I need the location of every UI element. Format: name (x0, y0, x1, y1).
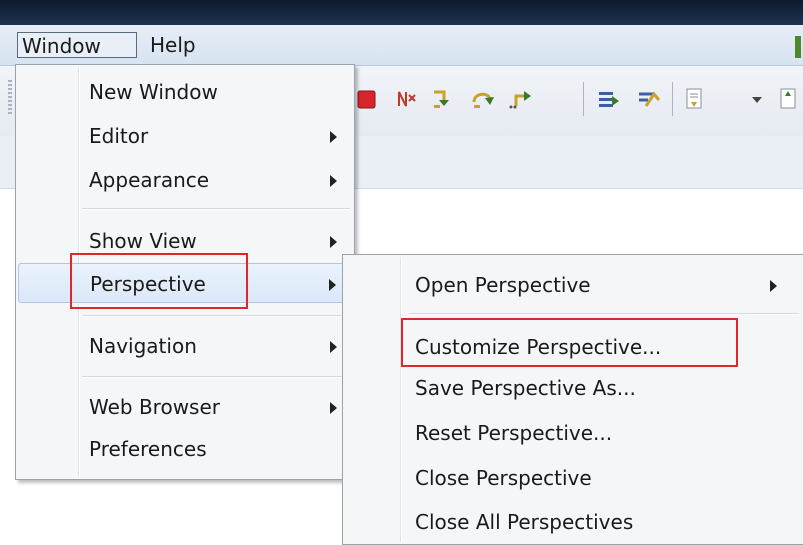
menu-item-open-perspective[interactable]: Open Perspective (345, 265, 801, 305)
menu-item-new-window[interactable]: New Window (18, 72, 352, 112)
menu-item-label: Open Perspective (415, 273, 591, 297)
step-into-icon[interactable] (430, 86, 456, 112)
menu-item-label: Save Perspective As... (415, 376, 636, 400)
submenu-arrow-icon (330, 402, 337, 414)
dropdown-arrow-icon[interactable] (744, 86, 770, 112)
menu-item-editor[interactable]: Editor (18, 116, 352, 156)
disconnect-icon[interactable] (394, 86, 420, 112)
submenu-arrow-icon (770, 280, 777, 292)
menu-bar: Window Help (0, 25, 803, 66)
toolbar-overflow-icon[interactable] (795, 36, 801, 58)
menu-item-label: Close Perspective (415, 466, 592, 490)
submenu-arrow-icon (330, 131, 337, 143)
menu-separator (82, 376, 350, 378)
menu-item-web-browser[interactable]: Web Browser (18, 387, 352, 427)
menu-item-label: Reset Perspective... (415, 421, 613, 445)
prev-annotation-icon[interactable] (776, 86, 802, 112)
menu-item-close-perspective[interactable]: Close Perspective (345, 458, 801, 498)
menu-separator (82, 315, 350, 317)
annotation-highlight-customize-perspective (401, 318, 738, 367)
use-step-filters-icon[interactable] (636, 86, 662, 112)
menu-item-label: Web Browser (89, 395, 221, 419)
toolbar-separator (672, 82, 673, 116)
menu-item-navigation[interactable]: Navigation (18, 326, 352, 366)
menu-item-close-all-perspectives[interactable]: Close All Perspectives (345, 502, 801, 542)
drop-to-frame-icon[interactable] (596, 86, 622, 112)
step-return-icon[interactable] (508, 86, 534, 112)
menu-item-label: Appearance (89, 168, 210, 192)
menu-item-appearance[interactable]: Appearance (18, 160, 352, 200)
menu-window[interactable]: Window (17, 32, 137, 58)
window-title-bar (0, 0, 803, 25)
menu-help[interactable]: Help (146, 32, 206, 58)
submenu-arrow-icon (330, 341, 337, 353)
annotation-highlight-perspective (70, 253, 248, 309)
submenu-arrow-icon (330, 175, 337, 187)
menu-item-label: New Window (89, 80, 218, 104)
menu-item-label: Editor (89, 124, 149, 148)
menu-item-reset-perspective[interactable]: Reset Perspective... (345, 413, 801, 453)
menu-item-label: Close All Perspectives (415, 510, 634, 534)
menu-separator (82, 208, 350, 210)
toolbar-grip-icon[interactable] (8, 80, 12, 116)
stop-icon[interactable] (354, 86, 380, 112)
step-over-icon[interactable] (470, 86, 496, 112)
perspective-submenu: Open Perspective Customize Perspective..… (342, 254, 803, 545)
menu-item-label: Preferences (89, 437, 207, 461)
toolbar-separator (583, 82, 584, 116)
submenu-arrow-icon (329, 279, 336, 291)
menu-item-save-perspective-as[interactable]: Save Perspective As... (345, 368, 801, 408)
menu-item-label: Navigation (89, 334, 197, 358)
submenu-arrow-icon (330, 236, 337, 248)
next-annotation-icon[interactable] (682, 86, 708, 112)
menu-item-preferences[interactable]: Preferences (18, 429, 352, 469)
menu-separator (409, 313, 799, 315)
